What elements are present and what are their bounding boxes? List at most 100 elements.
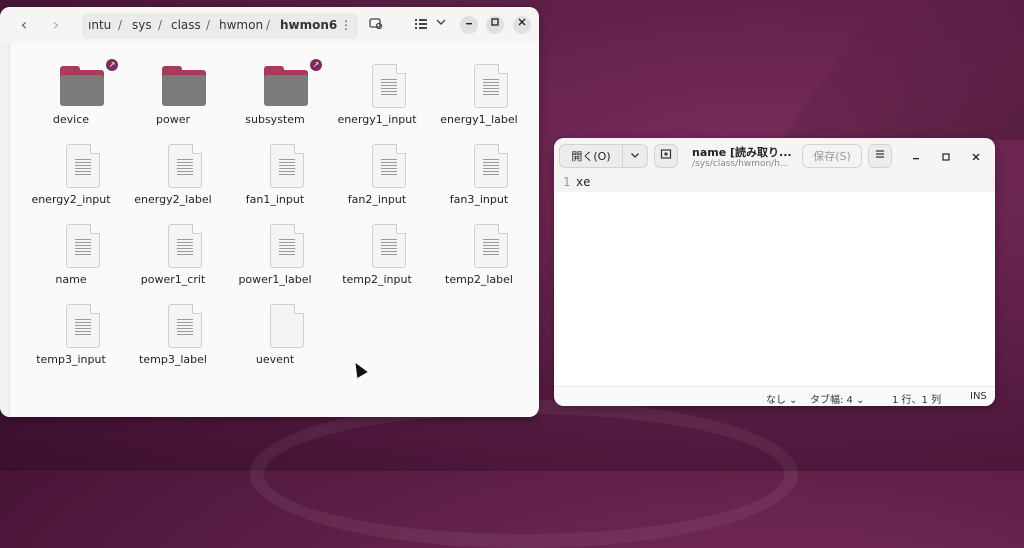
item-label: uevent bbox=[255, 353, 295, 366]
close-icon bbox=[972, 153, 980, 161]
file-item-energy2-label[interactable]: energy2_label bbox=[122, 123, 224, 206]
folder-item-subsystem[interactable]: ↗ subsystem bbox=[224, 43, 326, 126]
chevron-down-icon bbox=[436, 19, 446, 25]
breadcrumb-separator: / bbox=[158, 18, 163, 32]
main-menu-button[interactable] bbox=[868, 144, 892, 168]
minimize-icon bbox=[913, 158, 919, 160]
link-badge-icon: ↗ bbox=[310, 59, 322, 71]
chevron-down-icon bbox=[631, 153, 639, 158]
file-item-fan1-input[interactable]: fan1_input bbox=[224, 123, 326, 206]
text-file-icon bbox=[168, 144, 202, 188]
sidebar-edge[interactable] bbox=[0, 43, 10, 417]
line-content[interactable]: xe bbox=[576, 175, 590, 189]
line-number: 1 bbox=[563, 175, 571, 189]
text-file-icon bbox=[270, 224, 304, 268]
menu-dots-icon[interactable]: ⋮ bbox=[340, 18, 352, 32]
breadcrumb-segment[interactable]: sys bbox=[132, 18, 152, 32]
file-item-energy2-input[interactable]: energy2_input bbox=[20, 123, 122, 206]
item-label: temp3_input bbox=[36, 353, 106, 366]
editor-text-area[interactable]: 1 xe bbox=[554, 174, 995, 386]
chevron-left-icon: ‹ bbox=[20, 15, 28, 34]
link-badge-icon: ↗ bbox=[106, 59, 118, 71]
current-line-highlight bbox=[554, 174, 995, 192]
editor-header: 開く(O) name [読み取り... /sys/class/hwmon/h..… bbox=[554, 138, 995, 174]
view-toggle-button[interactable] bbox=[412, 16, 430, 34]
close-button[interactable] bbox=[513, 16, 531, 34]
text-file-icon bbox=[372, 224, 406, 268]
folder-icon bbox=[162, 66, 206, 106]
new-tab-button[interactable] bbox=[654, 144, 678, 168]
text-file-icon bbox=[66, 144, 100, 188]
text-file-icon bbox=[474, 224, 508, 268]
file-item-temp3-input[interactable]: temp3_input bbox=[20, 283, 122, 366]
close-icon bbox=[518, 18, 526, 26]
breadcrumb-separator: / bbox=[118, 18, 123, 32]
text-editor-window: 開く(O) name [読み取り... /sys/class/hwmon/h..… bbox=[554, 138, 995, 406]
open-menu-button[interactable] bbox=[622, 144, 648, 168]
breadcrumb: ıntu / sys / class / hwmon / hwmon6 ⋮ bbox=[82, 13, 358, 39]
empty-file-icon bbox=[270, 304, 304, 348]
camera-search-icon bbox=[369, 18, 383, 30]
maximize-icon bbox=[491, 18, 499, 26]
folder-item-device[interactable]: ↗ device bbox=[20, 43, 122, 126]
tab-width-selector[interactable]: タブ幅: 4 ⌄ bbox=[810, 391, 864, 406]
item-label: temp2_input bbox=[342, 273, 412, 286]
text-file-icon bbox=[474, 144, 508, 188]
minimize-icon bbox=[466, 23, 472, 25]
minimize-button[interactable] bbox=[460, 16, 478, 34]
maximize-button[interactable] bbox=[940, 148, 956, 164]
insert-mode: INS bbox=[970, 391, 987, 402]
minimize-button[interactable] bbox=[910, 148, 926, 164]
text-file-icon bbox=[372, 144, 406, 188]
chevron-right-icon: › bbox=[52, 15, 60, 34]
search-button[interactable] bbox=[367, 16, 385, 34]
back-button[interactable]: ‹ bbox=[15, 16, 33, 34]
item-label: temp2_label bbox=[445, 273, 513, 286]
document-title: name [読み取り... bbox=[692, 146, 792, 159]
file-item-power1-crit[interactable]: power1_crit bbox=[122, 203, 224, 286]
file-item-name[interactable]: name bbox=[20, 203, 122, 286]
text-file-icon bbox=[66, 304, 100, 348]
file-item-uevent[interactable]: uevent bbox=[224, 283, 326, 366]
new-tab-icon bbox=[660, 149, 672, 159]
open-button[interactable]: 開く(O) bbox=[559, 144, 623, 168]
file-manager-header: ‹ › ıntu / sys / class / hwmon / hwmon6 … bbox=[0, 7, 539, 43]
text-file-icon bbox=[168, 224, 202, 268]
text-file-icon bbox=[168, 304, 202, 348]
file-item-power1-label[interactable]: power1_label bbox=[224, 203, 326, 286]
text-file-icon bbox=[474, 64, 508, 108]
file-item-temp3-label[interactable]: temp3_label bbox=[122, 283, 224, 366]
breadcrumb-segment[interactable]: ıntu bbox=[88, 18, 111, 32]
forward-button[interactable]: › bbox=[47, 16, 65, 34]
close-button[interactable] bbox=[970, 148, 986, 164]
maximize-button[interactable] bbox=[486, 16, 504, 34]
folder-icon bbox=[264, 66, 308, 106]
file-item-fan2-input[interactable]: fan2_input bbox=[326, 123, 428, 206]
breadcrumb-current[interactable]: hwmon6 bbox=[280, 18, 337, 32]
file-manager-window: ‹ › ıntu / sys / class / hwmon / hwmon6 … bbox=[0, 7, 539, 417]
breadcrumb-segment[interactable]: class bbox=[171, 18, 201, 32]
status-bar: なし ⌄ タブ幅: 4 ⌄ 1 行、1 列 INS bbox=[554, 386, 995, 406]
file-item-temp2-label[interactable]: temp2_label bbox=[428, 203, 530, 286]
breadcrumb-separator: / bbox=[266, 18, 271, 32]
text-file-icon bbox=[66, 224, 100, 268]
folder-icon bbox=[60, 66, 104, 106]
save-button[interactable]: 保存(S) bbox=[802, 144, 862, 168]
breadcrumb-segment[interactable]: hwmon bbox=[219, 18, 263, 32]
file-item-temp2-input[interactable]: temp2_input bbox=[326, 203, 428, 286]
cursor-position[interactable]: 1 行、1 列 bbox=[892, 391, 941, 406]
maximize-icon bbox=[942, 153, 950, 161]
text-file-icon bbox=[270, 144, 304, 188]
wallpaper-decoration bbox=[250, 400, 798, 548]
wallpaper-shade bbox=[780, 0, 1024, 140]
breadcrumb-separator: / bbox=[206, 18, 211, 32]
view-options-button[interactable] bbox=[432, 16, 450, 34]
file-item-energy1-label[interactable]: energy1_label bbox=[428, 43, 530, 126]
list-view-icon bbox=[415, 19, 427, 29]
file-grid: ↗ device power ↗ subsystem energy1_input… bbox=[10, 43, 539, 417]
file-item-energy1-input[interactable]: energy1_input bbox=[326, 43, 428, 126]
text-file-icon bbox=[372, 64, 406, 108]
file-item-fan3-input[interactable]: fan3_input bbox=[428, 123, 530, 206]
language-selector[interactable]: なし ⌄ bbox=[766, 391, 798, 406]
folder-item-power[interactable]: power bbox=[122, 43, 224, 126]
